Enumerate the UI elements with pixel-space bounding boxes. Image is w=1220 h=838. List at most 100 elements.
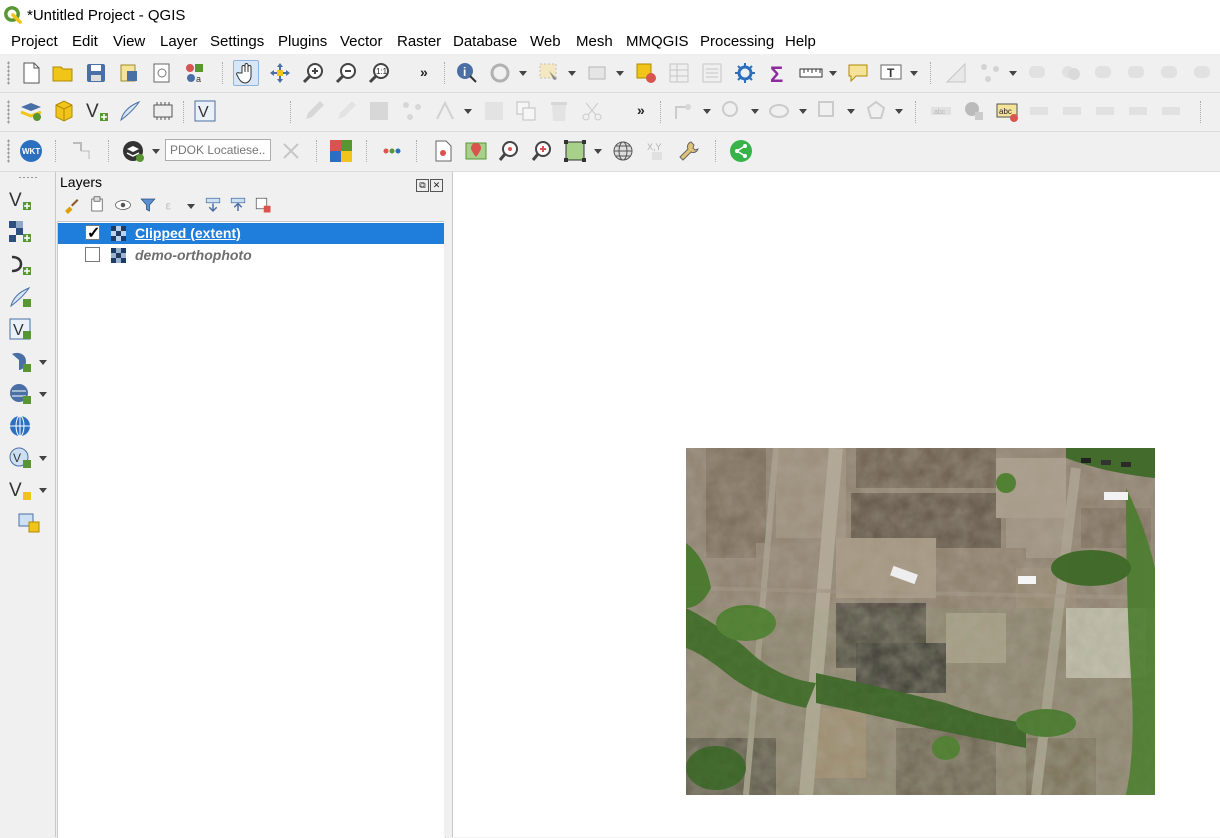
zoom-native-icon[interactable]: 1:1 bbox=[367, 61, 391, 85]
current-edits-icon[interactable] bbox=[334, 99, 358, 123]
pan-icon[interactable] bbox=[233, 60, 259, 86]
zoom-to-point-icon[interactable] bbox=[497, 139, 521, 163]
add-vector-layer-icon[interactable]: V bbox=[8, 188, 32, 212]
menu-view[interactable]: View bbox=[113, 33, 145, 50]
wrench-icon[interactable] bbox=[677, 139, 701, 163]
add-delimited-text-icon[interactable] bbox=[8, 285, 32, 309]
menu-settings[interactable]: Settings bbox=[210, 33, 264, 50]
split-parts-icon[interactable] bbox=[864, 99, 888, 123]
print-layout-icon[interactable] bbox=[150, 61, 174, 85]
menu-mmqgis[interactable]: MMQGIS bbox=[626, 33, 689, 50]
new-project-icon[interactable] bbox=[19, 61, 43, 85]
layer-row-demo-orthophoto[interactable]: demo-orthophoto bbox=[58, 245, 445, 266]
close-panel-icon[interactable]: ✕ bbox=[430, 179, 443, 192]
deselect-icon[interactable] bbox=[634, 61, 658, 85]
add-postgis-layer-icon[interactable] bbox=[8, 350, 32, 374]
menu-raster[interactable]: Raster bbox=[397, 33, 441, 50]
menu-vector[interactable]: Vector bbox=[340, 33, 383, 50]
menu-web[interactable]: Web bbox=[530, 33, 561, 50]
menu-database[interactable]: Database bbox=[453, 33, 517, 50]
zoom-in-icon[interactable] bbox=[301, 61, 325, 85]
digitize-line-icon[interactable] bbox=[118, 99, 142, 123]
copy-features-icon[interactable] bbox=[514, 99, 538, 123]
advanced-digitize-icon[interactable] bbox=[672, 99, 696, 123]
data-source-manager-icon[interactable] bbox=[19, 99, 43, 123]
add-raster-layer-icon[interactable] bbox=[8, 220, 32, 244]
semi-automatic-classification-icon[interactable] bbox=[329, 139, 353, 163]
manage-map-themes-icon[interactable] bbox=[114, 196, 132, 214]
plugin-tool-icon[interactable] bbox=[1125, 61, 1149, 85]
pan-to-selection-icon[interactable] bbox=[268, 61, 292, 85]
clear-locator-icon[interactable] bbox=[279, 139, 303, 163]
attribute-table-icon[interactable] bbox=[667, 61, 691, 85]
toggle-editing-icon[interactable] bbox=[302, 99, 326, 123]
toolbar-overflow-button[interactable]: » bbox=[420, 64, 428, 80]
save-as-icon[interactable] bbox=[117, 61, 141, 85]
add-virtual-layer-icon[interactable]: V bbox=[8, 317, 32, 341]
share-icon[interactable] bbox=[729, 139, 753, 163]
statistics-icon[interactable]: Σ bbox=[766, 61, 790, 85]
map-canvas[interactable] bbox=[453, 172, 1220, 837]
digitize-points-icon[interactable] bbox=[978, 61, 1002, 85]
virtual-layer-icon[interactable]: V bbox=[193, 99, 217, 123]
float-panel-icon[interactable]: ⧉ bbox=[416, 179, 429, 192]
diagram-tool-icon[interactable] bbox=[962, 99, 986, 123]
map-pin-icon[interactable] bbox=[464, 139, 488, 163]
add-group-icon[interactable] bbox=[88, 196, 106, 214]
add-spatialite-icon[interactable] bbox=[151, 99, 175, 123]
new-temporary-layer-icon[interactable] bbox=[17, 510, 41, 534]
plugin-tool-icon[interactable] bbox=[1191, 61, 1215, 85]
style-manager-icon[interactable]: a bbox=[183, 61, 207, 85]
save-edits-icon[interactable] bbox=[367, 99, 391, 123]
wkt-icon[interactable]: WKT bbox=[19, 139, 43, 163]
menu-processing[interactable]: Processing bbox=[700, 33, 774, 50]
cut-features-icon[interactable] bbox=[580, 99, 604, 123]
layer-visibility-checkbox[interactable]: ✓ bbox=[85, 225, 100, 242]
save-project-icon[interactable] bbox=[84, 61, 108, 85]
plugin-tool-icon[interactable] bbox=[1059, 61, 1083, 85]
select-extent-icon[interactable] bbox=[563, 139, 587, 163]
add-mesh-layer-icon[interactable] bbox=[8, 253, 32, 277]
toolbar-overflow-button[interactable]: » bbox=[637, 102, 645, 118]
vertex-tool-icon[interactable] bbox=[433, 99, 457, 123]
delete-selected-icon[interactable] bbox=[547, 99, 571, 123]
filter-legend-icon[interactable] bbox=[139, 196, 157, 214]
open-layer-styling-icon[interactable] bbox=[62, 196, 80, 214]
toolbar-grip[interactable] bbox=[7, 61, 10, 85]
add-wms-layer-icon[interactable] bbox=[8, 382, 32, 406]
globe-icon[interactable] bbox=[611, 139, 635, 163]
action-icon[interactable] bbox=[488, 61, 512, 85]
menu-project[interactable]: Project bbox=[11, 33, 58, 50]
plugin-tool-icon[interactable] bbox=[1158, 61, 1182, 85]
filter-by-expression-icon[interactable]: ε bbox=[164, 196, 182, 214]
layer-visibility-checkbox[interactable] bbox=[85, 247, 100, 262]
move-label-icon[interactable] bbox=[1094, 99, 1118, 123]
menu-help[interactable]: Help bbox=[785, 33, 816, 50]
text-annotation-icon[interactable]: T bbox=[879, 61, 903, 85]
add-vector-layer-icon[interactable]: V bbox=[85, 99, 109, 123]
menu-plugins[interactable]: Plugins bbox=[278, 33, 327, 50]
label-highlight-icon[interactable]: abc bbox=[995, 99, 1019, 123]
add-wfs-layer-icon[interactable]: V bbox=[8, 446, 32, 470]
new-geopackage-icon[interactable] bbox=[52, 99, 76, 123]
plugin-tool-icon[interactable] bbox=[1026, 61, 1050, 85]
open-project-icon[interactable] bbox=[51, 61, 75, 85]
reshape-feature-icon[interactable] bbox=[816, 99, 840, 123]
georeferencer-icon[interactable] bbox=[944, 61, 968, 85]
select-features-icon[interactable] bbox=[537, 61, 561, 85]
add-point-feature-icon[interactable] bbox=[400, 99, 424, 123]
measure-icon[interactable] bbox=[799, 61, 823, 85]
change-label-icon[interactable] bbox=[1160, 99, 1184, 123]
label-tool-icon[interactable]: abc bbox=[929, 99, 953, 123]
field-calculator-icon[interactable] bbox=[700, 61, 724, 85]
menu-layer[interactable]: Layer bbox=[160, 33, 198, 50]
identify-icon[interactable]: i bbox=[455, 61, 479, 85]
modify-attributes-icon[interactable] bbox=[482, 99, 506, 123]
collapse-all-icon[interactable] bbox=[229, 196, 247, 214]
zoom-out-icon[interactable] bbox=[334, 61, 358, 85]
zoom-to-area-icon[interactable] bbox=[530, 139, 554, 163]
menu-mesh[interactable]: Mesh bbox=[576, 33, 613, 50]
offset-curve-icon[interactable] bbox=[768, 99, 792, 123]
layer-row-clipped[interactable]: ✓ Clipped (extent) bbox=[58, 223, 445, 244]
new-map-document-icon[interactable] bbox=[431, 139, 455, 163]
